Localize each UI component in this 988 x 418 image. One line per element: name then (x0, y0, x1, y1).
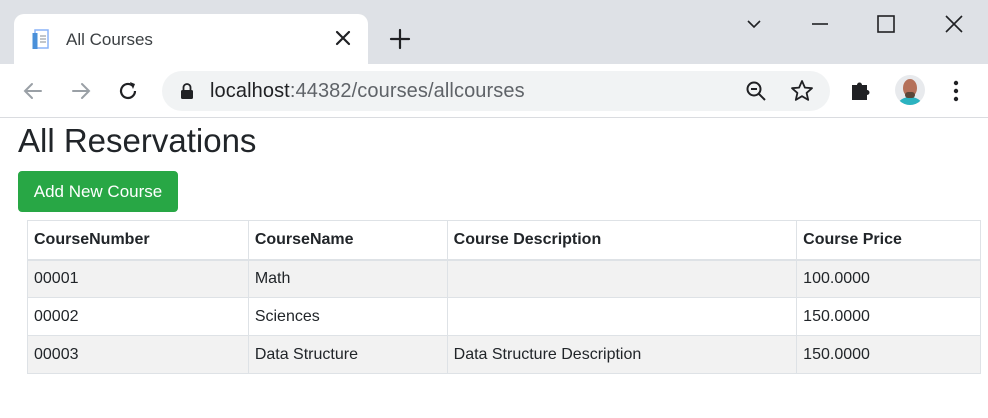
close-window-icon[interactable] (942, 12, 966, 36)
cell-course-number: 00002 (27, 297, 249, 336)
column-header-course-price: Course Price (796, 220, 981, 261)
column-header-course-description: Course Description (446, 220, 798, 261)
zoom-out-icon[interactable] (744, 79, 768, 103)
courses-table: CourseNumber CourseName Course Descripti… (27, 220, 981, 374)
tab-all-courses[interactable]: All Courses (14, 14, 368, 64)
cell-course-description: Data Structure Description (446, 335, 798, 374)
address-bar[interactable]: localhost:44382/courses/allcourses (162, 71, 830, 111)
cell-course-name: Sciences (247, 297, 448, 336)
forward-arrow-icon[interactable] (68, 78, 94, 104)
tab-title: All Courses (66, 30, 153, 49)
star-icon[interactable] (789, 78, 815, 104)
add-new-course-button[interactable]: Add New Course (18, 171, 178, 212)
url-path: :44382/courses/allcourses (289, 80, 525, 102)
cell-course-name: Math (247, 259, 448, 298)
close-icon[interactable] (332, 27, 354, 49)
cell-course-number: 00003 (27, 335, 249, 374)
extensions-puzzle-icon[interactable] (848, 77, 874, 103)
cell-course-price: 150.0000 (796, 335, 981, 374)
page-content: All Reservations Add New Course CourseNu… (0, 118, 988, 418)
maximize-icon[interactable] (874, 12, 898, 36)
column-header-course-name: CourseName (247, 220, 448, 261)
cell-course-price: 150.0000 (796, 297, 981, 336)
chevron-down-icon[interactable] (742, 12, 766, 36)
table-row: 00003 Data Structure Data Structure Desc… (27, 335, 981, 374)
url-text: localhost:44382/courses/allcourses (210, 80, 525, 103)
back-arrow-icon[interactable] (20, 78, 46, 104)
cell-course-description (446, 297, 798, 336)
tab-strip: All Courses (0, 0, 988, 64)
column-header-course-number: CourseNumber (27, 220, 249, 261)
table-row: 00002 Sciences 150.0000 (27, 297, 981, 336)
cell-course-price: 100.0000 (796, 259, 981, 298)
minimize-icon[interactable] (808, 12, 832, 36)
browser-toolbar: localhost:44382/courses/allcourses (0, 64, 988, 118)
plus-icon[interactable] (388, 27, 412, 51)
table-header-row: CourseNumber CourseName Course Descripti… (27, 220, 981, 261)
page-title: All Reservations (18, 122, 257, 159)
table-row: 00001 Math 100.0000 (27, 259, 981, 298)
cell-course-name: Data Structure (247, 335, 448, 374)
avatar[interactable] (895, 75, 925, 105)
cell-course-description (446, 259, 798, 298)
lock-icon[interactable] (180, 82, 194, 100)
reload-icon[interactable] (115, 78, 141, 104)
kebab-menu-icon[interactable] (944, 78, 968, 104)
url-host: localhost (210, 80, 290, 102)
cell-course-number: 00001 (27, 259, 249, 298)
page-favicon-icon (32, 29, 52, 51)
